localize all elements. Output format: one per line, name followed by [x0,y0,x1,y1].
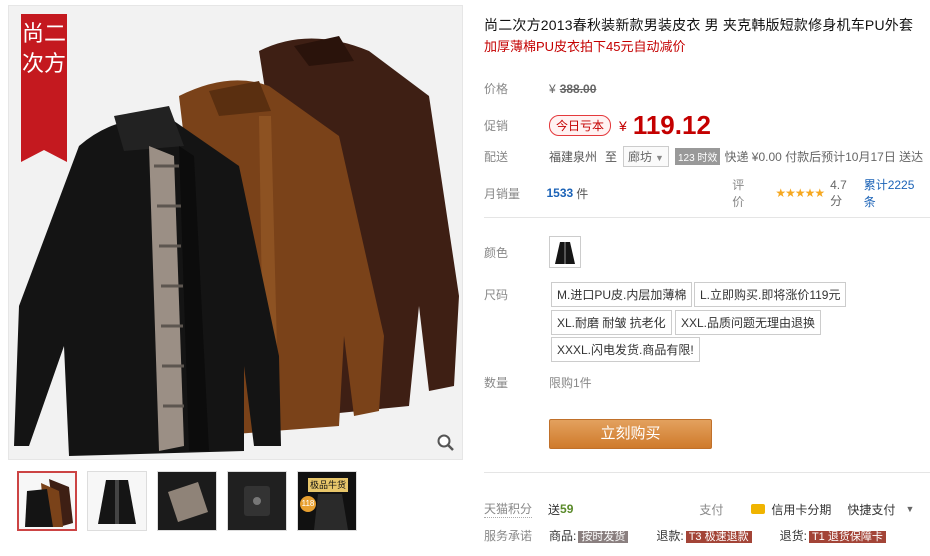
service-refund-tag: T3 极速退款 [685,531,752,543]
service-goods-label: 商品: [549,529,577,543]
price-row: 价格 ¥ 388.00 [484,80,924,97]
credit-installment: 信用卡分期 [771,502,832,517]
shipping-from: 福建泉州 [549,150,598,164]
product-details: 尚二次方2013春秋装新款男装皮衣 男 夹克韩版短款修身机车PU外套 加厚薄棉P… [484,14,924,58]
divider [484,217,930,218]
service-return: 退货: T1 退货保障卡 [780,527,886,544]
quick-pay: 快捷支付 [847,502,896,517]
divider [484,472,930,473]
size-option-xxl[interactable]: XXL.品质问题无理由退换 [675,310,822,335]
promotion-row: 促销 今日亏本 ¥ 119.12 [484,110,924,141]
thumbnail-1[interactable] [17,471,77,531]
payment-label: 支付 [699,502,724,517]
buy-now-button[interactable]: 立刻购买 [549,419,712,449]
service-label: 服务承诺 [484,529,533,543]
shipping-express: 快递 ¥0.00 付款后预计10月17日 送达 [724,150,924,164]
service-refund-label: 退款: [656,529,684,543]
size-option-l[interactable]: L.立即购买.即将涨价119元 [694,282,847,307]
thumbnail-3[interactable] [157,471,217,531]
thumbnail-5[interactable]: 极品牛货 118 [297,471,357,531]
sales-unit: 件 [576,186,589,201]
size-label: 尺码 [484,288,509,302]
brand-tag: 尚二次方 [21,14,67,162]
shipping-destination-select[interactable]: 廊坊 ▼ [623,146,669,167]
shipping-destination-value: 廊坊 [628,150,653,164]
service-goods-tag: 按时发货 [578,531,629,543]
sales-label: 月销量 [484,186,521,201]
price-label: 价格 [484,82,509,96]
service-return-label: 退货: [779,529,807,543]
quantity-label: 数量 [484,376,509,390]
rating-label: 评价 [732,178,745,209]
magnifier-icon[interactable] [436,433,456,453]
service-row: 服务承诺 商品: 按时发货 退款: T3 极速退款 退货: T1 退货保障卡 [484,527,924,544]
size-option-xxxl[interactable]: XXXL.闪电发货.商品有限! [551,337,700,362]
shipping-row: 配送 福建泉州 至 廊坊 ▼ 123 时效 快递 ¥0.00 付款后预计10月17… [484,146,924,167]
color-swatch-black[interactable] [549,236,581,268]
size-option-m[interactable]: M.进口PU皮.内层加薄棉 [551,282,693,307]
promotion-price: 119.12 [632,110,711,140]
review-count-link[interactable]: 累计2225条 [864,176,924,210]
shipping-label: 配送 [484,150,509,164]
time-badge: 123 时效 [674,148,721,165]
product-promo: 加厚薄棉PU皮衣拍下45元自动减价 [484,39,686,54]
jackets-illustration [14,36,459,457]
points-value: 59 [560,502,574,516]
chevron-down-icon: ▼ [655,153,664,163]
color-row: 颜色 [484,236,924,268]
price-currency: ¥ [549,81,556,96]
rating-stars-icon: ★★★★★ [775,186,825,200]
main-product-image[interactable]: 尚二次方 [8,5,463,460]
chevron-down-icon[interactable]: ▼ [905,504,914,514]
quantity-limit: 限购1件 [549,376,592,390]
shipping-to-label: 至 [605,150,618,164]
credit-card-icon [751,504,766,514]
thumbnail-4[interactable] [227,471,287,531]
original-price: 388.00 [559,81,597,96]
thumbnail-strip: 极品牛货 118 [17,471,357,531]
promotion-label: 促销 [484,119,509,133]
service-refund: 退款: T3 极速退款 [656,527,752,544]
promotion-currency: ¥ [619,117,627,134]
rating-score: 4.7分 [830,177,847,208]
quantity-row: 数量 限购1件 [484,374,924,391]
service-return-tag: T1 退货保障卡 [808,531,886,543]
points-send: 送 [548,502,561,517]
sales-row: 月销量 1533 件 评价 ★★★★★ 4.7分 累计2225条 [484,176,924,210]
service-goods: 商品: 按时发货 [549,527,629,544]
color-label: 颜色 [484,245,509,260]
product-title: 尚二次方2013春秋装新款男装皮衣 男 夹克韩版短款修身机车PU外套 [484,17,914,33]
points-label: 天猫积分 [484,502,533,518]
sales-count: 1533 [546,186,574,200]
size-option-xl[interactable]: XL.耐磨 耐皱 抗老化 [551,310,672,335]
promotion-badge: 今日亏本 [549,115,612,136]
thumbnail-2[interactable] [87,471,147,531]
points-row: 天猫积分 送 59 支付 信用卡分期 快捷支付 ▼ [484,500,924,518]
